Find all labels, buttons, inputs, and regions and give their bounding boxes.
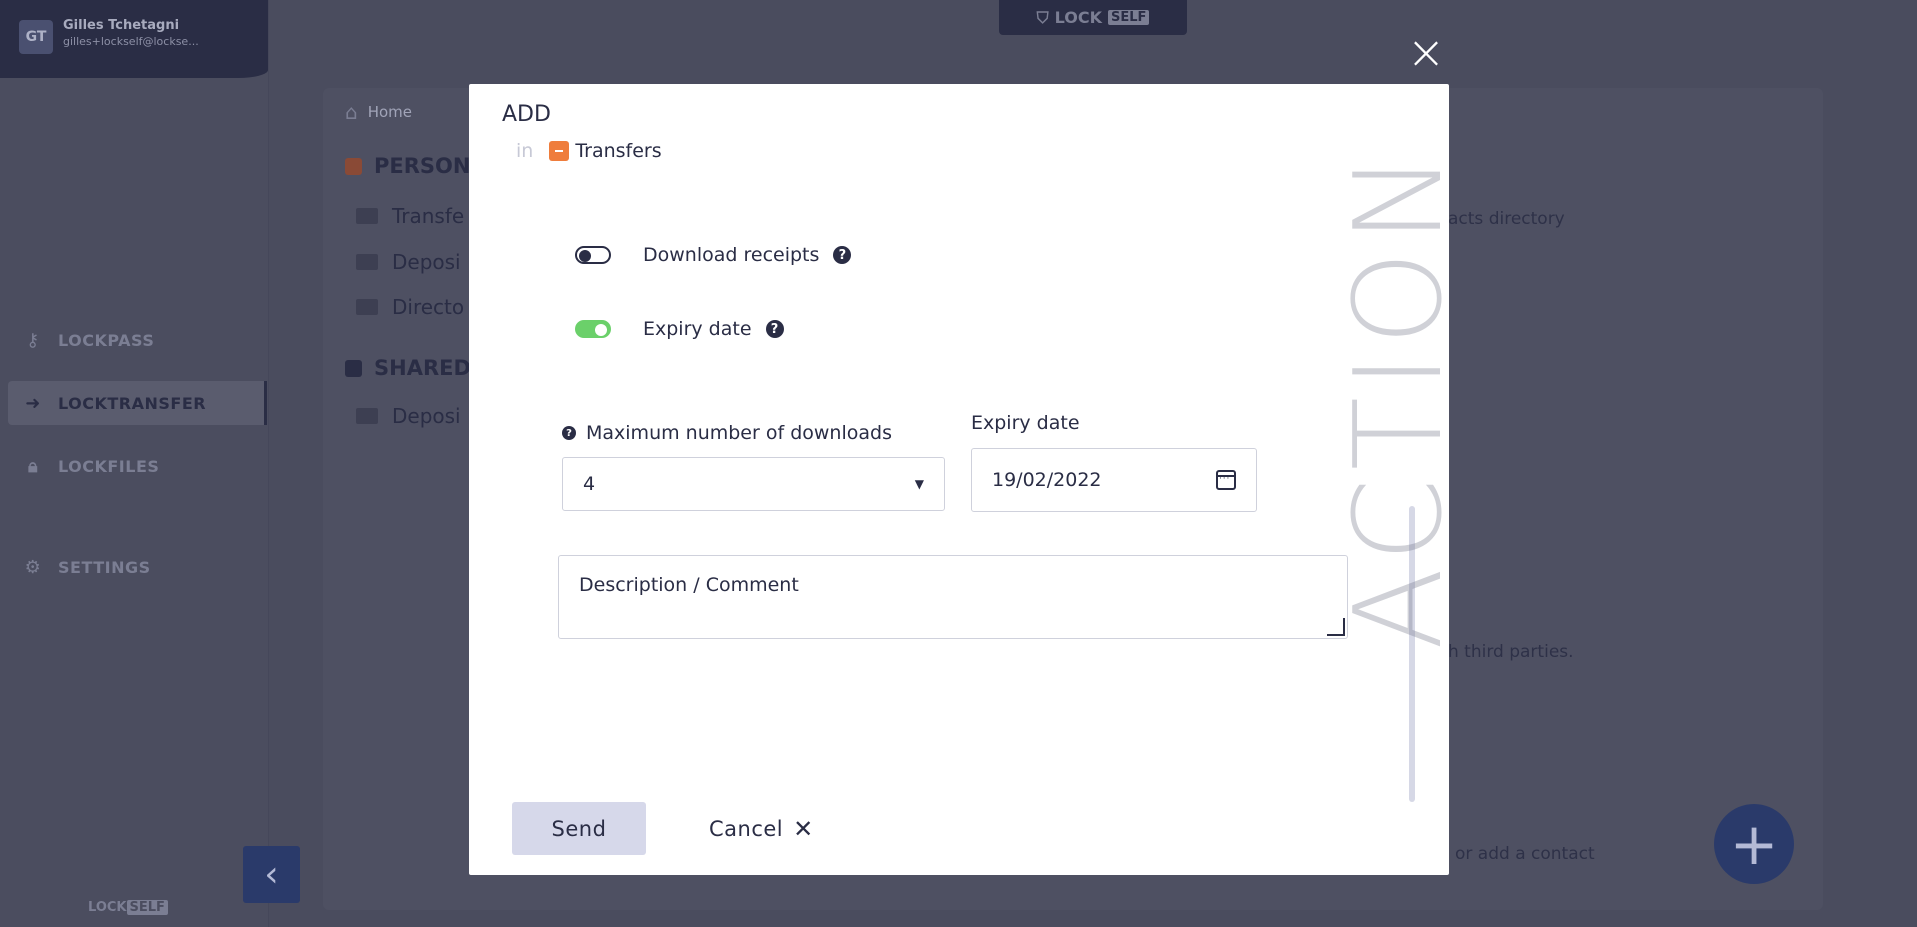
download-receipts-toggle[interactable] [575, 246, 611, 264]
sidebar-item-label: LOCKFILES [58, 456, 160, 476]
top-logo: ⛉ LOCK SELF [999, 0, 1187, 35]
modal-title: ADD [502, 102, 551, 127]
section-shared[interactable]: SHARED [345, 356, 471, 380]
section-personal[interactable]: PERSON [345, 154, 470, 178]
max-downloads-label: ? Maximum number of downloads [562, 422, 892, 444]
close-icon: ✕ [793, 815, 814, 843]
in-label: in [516, 140, 534, 162]
folder-item[interactable]: Deposi [356, 404, 461, 428]
folder-item[interactable]: Deposi [356, 250, 461, 274]
avatar: GT [19, 20, 53, 54]
lock-icon: 🔒︎ [27, 455, 39, 477]
send-button[interactable]: Send [512, 802, 646, 855]
folder-icon [356, 408, 378, 424]
logo-lock-text: LOCK [88, 900, 127, 915]
folder-label: Deposi [392, 250, 461, 274]
target-folder: in Transfers [516, 140, 662, 162]
sidebar-item-settings[interactable]: ⚙ SETTINGS [0, 545, 266, 589]
user-email: gilles+lockself@lockse... [63, 35, 199, 48]
user-box[interactable]: GT Gilles Tchetagni gilles+lockself@lock… [0, 0, 268, 78]
description-textarea[interactable]: Description / Comment [558, 555, 1348, 639]
cancel-button[interactable]: Cancel ✕ [709, 804, 814, 854]
sidebar-item-label: LOCKTRANSFER [58, 393, 207, 413]
folder-label: Directo [392, 295, 465, 319]
shield-icon: ⛉ [1036, 7, 1049, 27]
help-icon[interactable]: ? [562, 426, 576, 440]
max-downloads-value: 4 [583, 473, 596, 495]
gears-icon: ⚙ [24, 556, 42, 578]
sidebar-item-lockpass[interactable]: ⚷ LOCKPASS [0, 318, 266, 362]
sidebar-item-locktransfer[interactable]: ➜ LOCKTRANSFER [8, 381, 267, 425]
folder-icon [356, 208, 378, 224]
folder-tag-icon [345, 157, 362, 175]
arrow-right-icon: ➜ [25, 392, 41, 414]
expiry-date-row: Expiry date ? [575, 318, 784, 340]
folder-label: Deposi [392, 404, 461, 428]
max-downloads-label-text: Maximum number of downloads [586, 422, 892, 444]
expiry-date-label: Expiry date [971, 412, 1080, 434]
collapse-sidebar-button[interactable]: ‹ [243, 846, 300, 903]
folder-item[interactable]: Transfe [356, 204, 464, 228]
expiry-date-value: 19/02/2022 [992, 469, 1102, 491]
close-modal-icon[interactable]: × [1406, 29, 1446, 75]
key-icon: ⚷ [26, 329, 40, 351]
caret-down-icon: ▼ [914, 477, 924, 491]
sidebar: GT Gilles Tchetagni gilles+lockself@lock… [0, 0, 269, 927]
download-receipts-row: Download receipts ? [575, 244, 852, 266]
description-placeholder: Description / Comment [579, 574, 799, 596]
folder-tag-icon [345, 359, 362, 377]
cancel-label: Cancel [709, 817, 784, 841]
calendar-icon[interactable] [1216, 470, 1236, 490]
footer-logo: LOCK SELF [88, 900, 168, 915]
sidebar-item-label: LOCKPASS [58, 330, 155, 350]
breadcrumb[interactable]: ⌂ Home [345, 100, 412, 124]
help-icon[interactable]: ? [765, 320, 784, 338]
add-transfer-modal: ADD in Transfers Download receipts ? Exp… [469, 84, 1449, 875]
action-watermark: ACTION [1330, 145, 1469, 650]
help-icon[interactable]: ? [833, 246, 852, 264]
folder-label: Transfe [392, 204, 465, 228]
logo-lock-text: LOCK [1054, 8, 1102, 27]
folder-tag-icon [549, 141, 570, 161]
sidebar-item-lockfiles[interactable]: 🔒︎ LOCKFILES [0, 444, 266, 488]
section-title: SHARED [374, 356, 471, 380]
expiry-date-field[interactable]: 19/02/2022 [971, 448, 1257, 512]
expiry-date-toggle[interactable] [575, 320, 611, 338]
folder-icon [356, 254, 378, 270]
expiry-date-toggle-label: Expiry date [643, 318, 752, 340]
add-contact-text: or add a contact [1455, 844, 1595, 864]
sidebar-item-label: SETTINGS [58, 557, 151, 577]
home-icon: ⌂ [345, 100, 358, 124]
folder-name: Transfers [575, 140, 662, 162]
folder-item[interactable]: Directo [356, 295, 464, 319]
download-receipts-label: Download receipts [643, 244, 820, 266]
folder-icon [356, 299, 378, 315]
section-title: PERSON [374, 154, 471, 178]
max-downloads-select[interactable]: 4 ▼ [562, 457, 945, 511]
user-name: Gilles Tchetagni [63, 18, 180, 33]
logo-self-text: SELF [1107, 10, 1150, 25]
breadcrumb-home[interactable]: Home [368, 103, 412, 121]
add-fab-button[interactable]: + [1714, 804, 1794, 884]
logo-self-text: SELF [126, 900, 168, 915]
